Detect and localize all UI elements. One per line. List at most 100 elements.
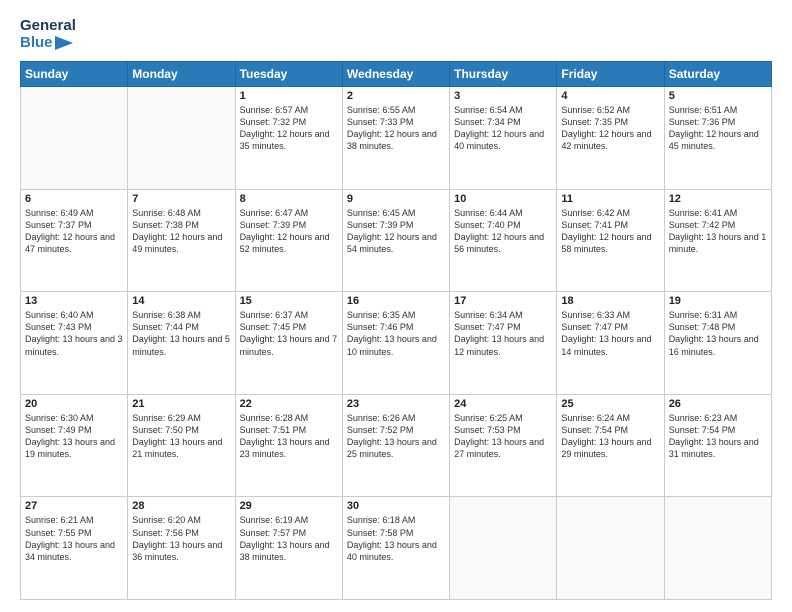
day-number: 21 <box>132 398 230 410</box>
day-number: 28 <box>132 500 230 512</box>
calendar-cell: 2 Sunrise: 6:55 AM Sunset: 7:33 PM Daylig… <box>342 87 449 190</box>
calendar-cell <box>664 497 771 600</box>
day-number: 19 <box>669 295 767 307</box>
day-info: Sunrise: 6:54 AM Sunset: 7:34 PM Dayligh… <box>454 104 552 153</box>
calendar-cell: 23 Sunrise: 6:26 AM Sunset: 7:52 PM Dayli… <box>342 394 449 497</box>
day-number: 27 <box>25 500 123 512</box>
header: General Blue <box>20 18 772 51</box>
day-info: Sunrise: 6:47 AM Sunset: 7:39 PM Dayligh… <box>240 207 338 256</box>
day-info: Sunrise: 6:38 AM Sunset: 7:44 PM Dayligh… <box>132 309 230 358</box>
logo-arrow-icon <box>55 36 73 50</box>
day-number: 8 <box>240 193 338 205</box>
day-number: 25 <box>561 398 659 410</box>
calendar-cell: 10 Sunrise: 6:44 AM Sunset: 7:40 PM Dayli… <box>450 189 557 292</box>
day-number: 1 <box>240 90 338 102</box>
day-info: Sunrise: 6:44 AM Sunset: 7:40 PM Dayligh… <box>454 207 552 256</box>
calendar-cell: 21 Sunrise: 6:29 AM Sunset: 7:50 PM Dayli… <box>128 394 235 497</box>
day-info: Sunrise: 6:33 AM Sunset: 7:47 PM Dayligh… <box>561 309 659 358</box>
day-number: 13 <box>25 295 123 307</box>
day-number: 4 <box>561 90 659 102</box>
day-info: Sunrise: 6:20 AM Sunset: 7:56 PM Dayligh… <box>132 514 230 563</box>
day-number: 3 <box>454 90 552 102</box>
day-info: Sunrise: 6:21 AM Sunset: 7:55 PM Dayligh… <box>25 514 123 563</box>
calendar-cell: 11 Sunrise: 6:42 AM Sunset: 7:41 PM Dayli… <box>557 189 664 292</box>
calendar-cell: 25 Sunrise: 6:24 AM Sunset: 7:54 PM Dayli… <box>557 394 664 497</box>
day-number: 5 <box>669 90 767 102</box>
day-info: Sunrise: 6:31 AM Sunset: 7:48 PM Dayligh… <box>669 309 767 358</box>
day-of-week-header: Saturday <box>664 62 771 87</box>
calendar-cell: 9Sunrise: 6:45 AM Sunset: 7:39 PM Daylig… <box>342 189 449 292</box>
day-info: Sunrise: 6:35 AM Sunset: 7:46 PM Dayligh… <box>347 309 445 358</box>
calendar-cell: 3 Sunrise: 6:54 AM Sunset: 7:34 PM Daylig… <box>450 87 557 190</box>
day-info: Sunrise: 6:52 AM Sunset: 7:35 PM Dayligh… <box>561 104 659 153</box>
day-info: Sunrise: 6:23 AM Sunset: 7:54 PM Dayligh… <box>669 412 767 461</box>
calendar-cell: 26 Sunrise: 6:23 AM Sunset: 7:54 PM Dayli… <box>664 394 771 497</box>
day-number: 16 <box>347 295 445 307</box>
day-number: 2 <box>347 90 445 102</box>
day-of-week-header: Friday <box>557 62 664 87</box>
day-info: Sunrise: 6:41 AM Sunset: 7:42 PM Dayligh… <box>669 207 767 256</box>
calendar-cell: 22 Sunrise: 6:28 AM Sunset: 7:51 PM Dayli… <box>235 394 342 497</box>
day-number: 18 <box>561 295 659 307</box>
calendar-cell <box>21 87 128 190</box>
calendar-cell: 16 Sunrise: 6:35 AM Sunset: 7:46 PM Dayli… <box>342 292 449 395</box>
day-info: Sunrise: 6:30 AM Sunset: 7:49 PM Dayligh… <box>25 412 123 461</box>
day-info: Sunrise: 6:51 AM Sunset: 7:36 PM Dayligh… <box>669 104 767 153</box>
logo-wordmark: General Blue <box>20 18 76 51</box>
calendar-cell <box>557 497 664 600</box>
day-number: 10 <box>454 193 552 205</box>
day-of-week-header: Tuesday <box>235 62 342 87</box>
calendar-cell: 28 Sunrise: 6:20 AM Sunset: 7:56 PM Dayli… <box>128 497 235 600</box>
day-info: Sunrise: 6:57 AM Sunset: 7:32 PM Dayligh… <box>240 104 338 153</box>
day-info: Sunrise: 6:25 AM Sunset: 7:53 PM Dayligh… <box>454 412 552 461</box>
calendar-cell: 1 Sunrise: 6:57 AM Sunset: 7:32 PM Daylig… <box>235 87 342 190</box>
day-info: Sunrise: 6:55 AM Sunset: 7:33 PM Dayligh… <box>347 104 445 153</box>
day-number: 26 <box>669 398 767 410</box>
calendar-cell: 29 Sunrise: 6:19 AM Sunset: 7:57 PM Dayli… <box>235 497 342 600</box>
calendar-cell: 7Sunrise: 6:48 AM Sunset: 7:38 PM Daylig… <box>128 189 235 292</box>
calendar-cell: 6Sunrise: 6:49 AM Sunset: 7:37 PM Daylig… <box>21 189 128 292</box>
day-info: Sunrise: 6:29 AM Sunset: 7:50 PM Dayligh… <box>132 412 230 461</box>
day-number: 20 <box>25 398 123 410</box>
calendar-cell <box>450 497 557 600</box>
day-of-week-header: Monday <box>128 62 235 87</box>
day-number: 17 <box>454 295 552 307</box>
calendar-cell <box>128 87 235 190</box>
day-number: 22 <box>240 398 338 410</box>
day-number: 23 <box>347 398 445 410</box>
calendar-table: SundayMondayTuesdayWednesdayThursdayFrid… <box>20 61 772 600</box>
page: General Blue SundayMondayTuesdayWednesda… <box>0 0 792 612</box>
calendar-cell: 5 Sunrise: 6:51 AM Sunset: 7:36 PM Daylig… <box>664 87 771 190</box>
day-number: 29 <box>240 500 338 512</box>
calendar-cell: 17 Sunrise: 6:34 AM Sunset: 7:47 PM Dayli… <box>450 292 557 395</box>
day-info: Sunrise: 6:40 AM Sunset: 7:43 PM Dayligh… <box>25 309 123 358</box>
day-info: Sunrise: 6:26 AM Sunset: 7:52 PM Dayligh… <box>347 412 445 461</box>
day-of-week-header: Sunday <box>21 62 128 87</box>
day-info: Sunrise: 6:34 AM Sunset: 7:47 PM Dayligh… <box>454 309 552 358</box>
day-number: 24 <box>454 398 552 410</box>
calendar-cell: 24 Sunrise: 6:25 AM Sunset: 7:53 PM Dayli… <box>450 394 557 497</box>
day-info: Sunrise: 6:28 AM Sunset: 7:51 PM Dayligh… <box>240 412 338 461</box>
calendar-cell: 20 Sunrise: 6:30 AM Sunset: 7:49 PM Dayli… <box>21 394 128 497</box>
calendar-cell: 18 Sunrise: 6:33 AM Sunset: 7:47 PM Dayli… <box>557 292 664 395</box>
logo: General Blue <box>20 18 76 51</box>
day-number: 12 <box>669 193 767 205</box>
day-info: Sunrise: 6:24 AM Sunset: 7:54 PM Dayligh… <box>561 412 659 461</box>
day-info: Sunrise: 6:19 AM Sunset: 7:57 PM Dayligh… <box>240 514 338 563</box>
day-info: Sunrise: 6:37 AM Sunset: 7:45 PM Dayligh… <box>240 309 338 358</box>
day-info: Sunrise: 6:45 AM Sunset: 7:39 PM Dayligh… <box>347 207 445 256</box>
calendar-cell: 30Sunrise: 6:18 AM Sunset: 7:58 PM Dayli… <box>342 497 449 600</box>
calendar-cell: 13 Sunrise: 6:40 AM Sunset: 7:43 PM Dayli… <box>21 292 128 395</box>
day-info: Sunrise: 6:48 AM Sunset: 7:38 PM Dayligh… <box>132 207 230 256</box>
day-number: 15 <box>240 295 338 307</box>
day-number: 11 <box>561 193 659 205</box>
calendar-cell: 14 Sunrise: 6:38 AM Sunset: 7:44 PM Dayli… <box>128 292 235 395</box>
day-of-week-header: Wednesday <box>342 62 449 87</box>
day-info: Sunrise: 6:18 AM Sunset: 7:58 PM Dayligh… <box>347 514 445 563</box>
day-info: Sunrise: 6:42 AM Sunset: 7:41 PM Dayligh… <box>561 207 659 256</box>
calendar-cell: 27 Sunrise: 6:21 AM Sunset: 7:55 PM Dayli… <box>21 497 128 600</box>
day-number: 6 <box>25 193 123 205</box>
calendar-cell: 15 Sunrise: 6:37 AM Sunset: 7:45 PM Dayli… <box>235 292 342 395</box>
day-number: 14 <box>132 295 230 307</box>
calendar-cell: 19 Sunrise: 6:31 AM Sunset: 7:48 PM Dayli… <box>664 292 771 395</box>
